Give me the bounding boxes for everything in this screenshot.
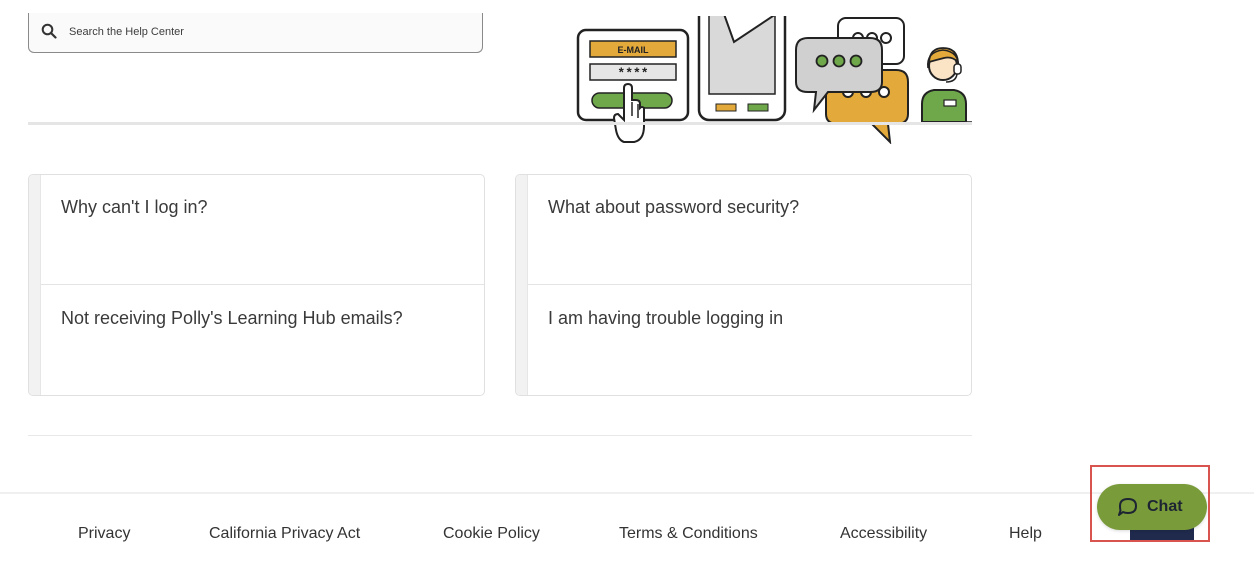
footer-link-accessibility[interactable]: Accessibility: [840, 525, 927, 543]
search-box[interactable]: [28, 13, 483, 53]
form-password-mask: ****: [617, 66, 648, 81]
faq-item-cant-log-in[interactable]: Why can't I log in?: [41, 175, 484, 285]
login-form-icon: E-MAIL ****: [576, 28, 690, 143]
chat-bubble-icon: [1118, 498, 1137, 516]
form-email-label: E-MAIL: [618, 45, 649, 55]
faq-item-not-receiving-emails[interactable]: Not receiving Polly's Learning Hub email…: [41, 286, 484, 395]
faq-grid: Why can't I log in? Not receiving Polly'…: [28, 174, 972, 396]
support-agent-icon: [921, 47, 972, 123]
faq-item-password-security[interactable]: What about password security?: [528, 175, 971, 285]
card-accent-bar: [516, 175, 528, 395]
faq-item-trouble-logging-in[interactable]: I am having trouble logging in: [528, 286, 971, 395]
section-divider: [28, 435, 972, 436]
search-input[interactable]: [69, 21, 469, 43]
card-accent-bar: [29, 175, 41, 395]
chat-label: Chat: [1147, 498, 1183, 515]
faq-card-right: What about password security? I am havin…: [515, 174, 972, 396]
footer-link-privacy[interactable]: Privacy: [78, 525, 130, 543]
footer-link-terms-conditions[interactable]: Terms & Conditions: [619, 525, 758, 543]
footer-link-california-privacy-act[interactable]: California Privacy Act: [209, 525, 360, 543]
footer-link-cookie-policy[interactable]: Cookie Policy: [443, 525, 540, 543]
footer-divider: [0, 492, 1254, 494]
search-icon: [41, 23, 57, 39]
footer-link-help[interactable]: Help: [1009, 525, 1042, 543]
hero-divider: [28, 122, 972, 125]
chat-button[interactable]: Chat: [1097, 484, 1207, 530]
faq-card-left: Why can't I log in? Not receiving Polly'…: [28, 174, 485, 396]
